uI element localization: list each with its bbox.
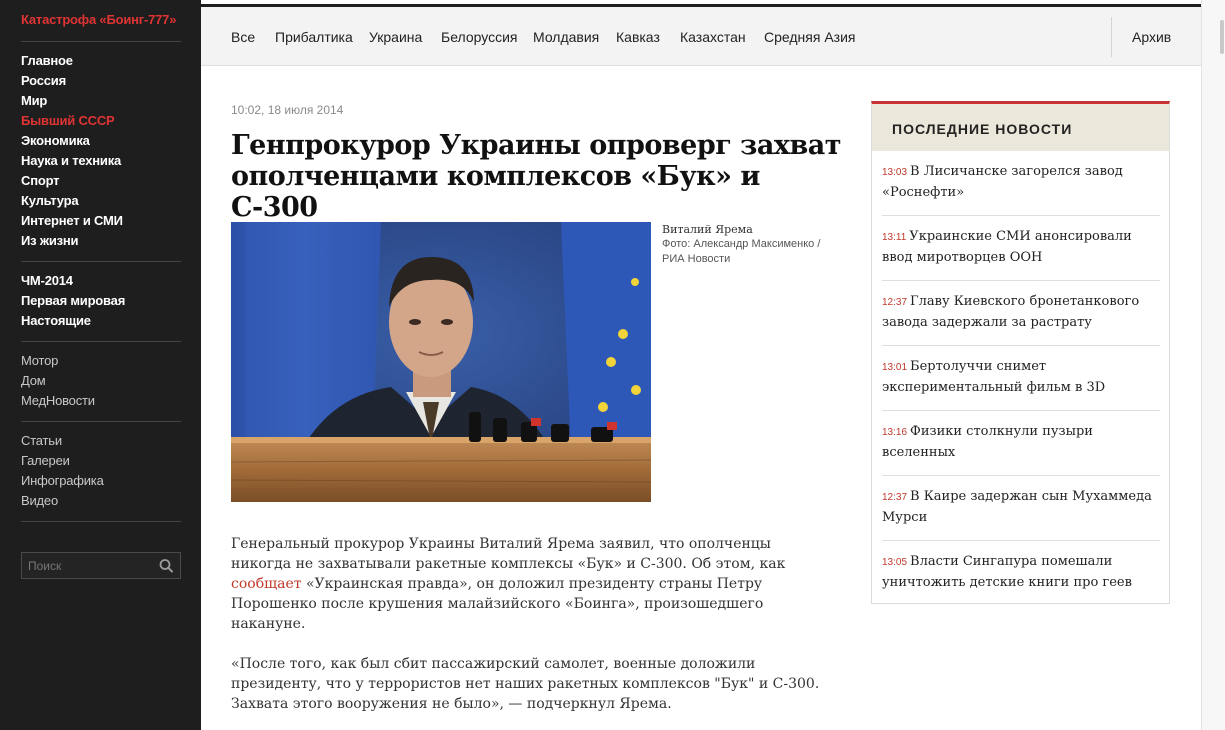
nav-item-all[interactable]: Все: [231, 29, 255, 45]
latest-news-box: ПОСЛЕДНИЕ НОВОСТИ 13:03 В Лисичанске заго…: [871, 101, 1170, 604]
sidebar: Катастрофа «Боинг-777» Главное Россия Ми…: [0, 0, 201, 730]
news-time: 12:37: [882, 297, 908, 308]
source-link[interactable]: сообщает: [231, 576, 302, 592]
sidebar-item-infographics[interactable]: Инфографика: [21, 471, 191, 491]
article-date: 10:02, 18 июля 2014: [231, 103, 344, 117]
nav-item-ukraine[interactable]: Украина: [369, 29, 422, 45]
nav-item-central-asia[interactable]: Средняя Азия: [764, 29, 856, 45]
scrollbar-thumb[interactable]: [1220, 20, 1224, 54]
sidebar-item-from-life[interactable]: Из жизни: [21, 231, 191, 251]
news-time: 12:37: [882, 492, 908, 503]
sidebar-item-ww1[interactable]: Первая мировая: [21, 291, 191, 311]
news-time: 13:05: [882, 557, 908, 568]
news-item[interactable]: 12:37 Главу Киевского бронетанкового заво…: [882, 281, 1160, 346]
sidebar-item-science[interactable]: Наука и техника: [21, 151, 191, 171]
sidebar-item-russia[interactable]: Россия: [21, 71, 191, 91]
sidebar-item-economy[interactable]: Экономика: [21, 131, 191, 151]
nav-item-caucasus[interactable]: Кавказ: [616, 29, 660, 45]
sidebar-divider: [21, 421, 181, 422]
article-body: Генеральный прокурор Украины Виталий Яре…: [231, 534, 831, 730]
sidebar-item-articles[interactable]: Статьи: [21, 431, 191, 451]
article-photo: [231, 222, 651, 502]
sidebar-item-galleries[interactable]: Галереи: [21, 451, 191, 471]
nav-item-baltics[interactable]: Прибалтика: [275, 29, 353, 45]
news-headline[interactable]: Главу Киевского бронетанкового завода за…: [882, 294, 1139, 330]
nav-item-moldova[interactable]: Молдавия: [533, 29, 599, 45]
sidebar-item-main[interactable]: Главное: [21, 51, 191, 71]
sidebar-specials: ЧМ-2014 Первая мировая Настоящие: [21, 271, 191, 331]
news-time: 13:01: [882, 362, 908, 373]
region-nav: Все Прибалтика Украина Белоруссия Молдав…: [201, 7, 1201, 66]
sidebar-sections: Главное Россия Мир Бывший СССР Экономика…: [21, 51, 191, 251]
sidebar-divider: [21, 261, 181, 262]
search-input[interactable]: [22, 553, 152, 578]
latest-news-header: ПОСЛЕДНИЕ НОВОСТИ: [872, 104, 1169, 151]
news-headline[interactable]: Бертолуччи снимет экспериментальный филь…: [882, 359, 1105, 395]
caption-credit: Фото: Александр Максименко / РИА Новости: [662, 238, 821, 265]
paragraph-text: Генеральный прокурор Украины Виталий Яре…: [231, 536, 786, 572]
news-item[interactable]: 13:16 Физики столкнули пузыри вселенных: [882, 411, 1160, 476]
news-time: 13:16: [882, 427, 908, 438]
main-page: Все Прибалтика Украина Белоруссия Молдав…: [201, 0, 1201, 730]
news-item[interactable]: 13:03 В Лисичанске загорелся завод «Росне…: [882, 151, 1160, 216]
paragraph-text: «После того, как был сбит пассажирский с…: [231, 656, 820, 712]
sidebar-item-motor[interactable]: Мотор: [21, 351, 191, 371]
nav-item-archive[interactable]: Архив: [1132, 29, 1171, 45]
sidebar-divider: [21, 41, 181, 42]
news-headline[interactable]: Власти Сингапура помешали уничтожить дет…: [882, 554, 1132, 590]
sidebar-item-internet-media[interactable]: Интернет и СМИ: [21, 211, 191, 231]
news-headline[interactable]: В Каире задержан сын Мухаммеда Мурси: [882, 489, 1152, 525]
news-time: 13:03: [882, 167, 908, 178]
article-paragraph: Генеральный прокурор Украины Виталий Яре…: [231, 534, 831, 634]
breaking-news-link[interactable]: Катастрофа «Боинг-777»: [21, 12, 176, 27]
sidebar-item-sport[interactable]: Спорт: [21, 171, 191, 191]
news-time: 13:11: [882, 232, 907, 243]
sidebar-item-video[interactable]: Видео: [21, 491, 191, 511]
nav-item-belarus[interactable]: Белоруссия: [441, 29, 518, 45]
news-item[interactable]: 12:37 В Каире задержан сын Мухаммеда Мурс…: [882, 476, 1160, 541]
sidebar-item-real[interactable]: Настоящие: [21, 311, 191, 331]
article-paragraph: «После того, как был сбит пассажирский с…: [231, 654, 831, 714]
sidebar-item-former-ussr[interactable]: Бывший СССР: [21, 111, 191, 131]
sidebar-projects: Мотор Дом МедНовости: [21, 351, 191, 411]
nav-divider: [1111, 17, 1112, 57]
sidebar-item-culture[interactable]: Культура: [21, 191, 191, 211]
caption-person: Виталий Ярема: [662, 223, 753, 236]
sidebar-divider: [21, 521, 181, 522]
news-headline[interactable]: В Лисичанске загорелся завод «Роснефти»: [882, 164, 1123, 200]
sidebar-item-mednews[interactable]: МедНовости: [21, 391, 191, 411]
nav-item-kazakhstan[interactable]: Казахстан: [680, 29, 746, 45]
search-icon[interactable]: [152, 553, 180, 578]
news-item[interactable]: 13:11 Украинские СМИ анонсировали ввод ми…: [882, 216, 1160, 281]
browser-scrollbar[interactable]: [1201, 0, 1225, 730]
news-headline[interactable]: Украинские СМИ анонсировали ввод миротво…: [882, 229, 1132, 265]
news-headline[interactable]: Физики столкнули пузыри вселенных: [882, 424, 1093, 460]
latest-news-title: ПОСЛЕДНИЕ НОВОСТИ: [892, 121, 1073, 137]
sidebar-search: [21, 552, 181, 579]
paragraph-text: «Украинская правда», он доложил президен…: [231, 576, 764, 632]
sidebar-formats: Статьи Галереи Инфографика Видео: [21, 431, 191, 511]
article-headline: Генпрокурор Украины опроверг захват опол…: [231, 130, 841, 223]
sidebar-item-home[interactable]: Дом: [21, 371, 191, 391]
news-item[interactable]: 13:01 Бертолуччи снимет экспериментальный…: [882, 346, 1160, 411]
sidebar-item-world[interactable]: Мир: [21, 91, 191, 111]
sidebar-item-worldcup[interactable]: ЧМ-2014: [21, 271, 191, 291]
news-item[interactable]: 13:05 Власти Сингапура помешали уничтожит…: [882, 541, 1160, 606]
sidebar-divider: [21, 341, 181, 342]
photo-caption: Виталий Ярема Фото: Александр Максименко…: [662, 222, 832, 267]
